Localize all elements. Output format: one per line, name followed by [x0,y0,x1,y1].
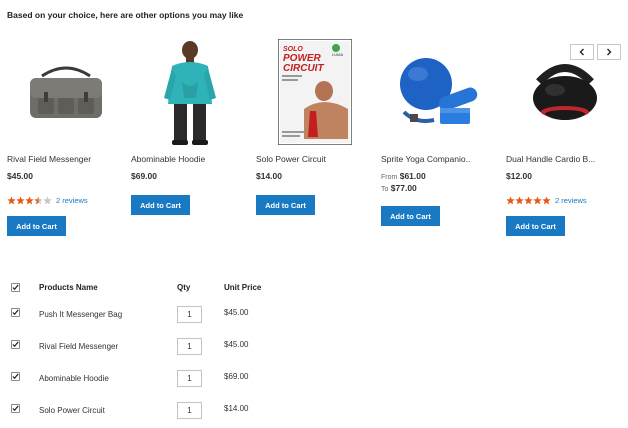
product-card: Sprite Yoga Companio.. From $61.00 To $7… [381,36,499,246]
star-icon [533,196,542,205]
row-checkbox[interactable] [11,340,20,349]
hoodie-model-image [164,41,216,145]
yoga-kit-image [400,58,478,124]
reviews-link[interactable]: 2 reviews [56,196,88,205]
section-title: Based on your choice, here are other opt… [7,10,244,20]
product-carousel: Rival Field Messenger $45.00 2 reviews A… [0,36,628,246]
product-name[interactable]: Solo Power Circuit [256,154,374,164]
reviews-link[interactable]: 2 reviews [555,196,587,205]
product-image[interactable] [131,36,249,148]
header-unit-price: Unit Price [224,283,262,292]
to-label: To [381,186,389,193]
checkmark-icon [12,284,19,291]
star-icon [515,196,524,205]
header-qty: Qty [177,283,191,292]
product-price: $45.00 [7,171,33,181]
row-unit-price: $69.00 [224,372,249,381]
row-unit-price: $14.00 [224,404,249,413]
price-range: From $61.00 To $77.00 [381,171,426,193]
row-product-name: Abominable Hoodie [39,374,109,383]
product-card: Abominable Hoodie $69.00 Add to Cart [131,36,249,246]
star-icon [25,196,34,205]
row-product-name: Rival Field Messenger [39,342,119,351]
add-to-cart-button[interactable]: Add to Cart [7,216,66,236]
product-image[interactable]: SOLO POWER CIRCUIT LUMA [256,36,374,148]
product-card: SOLO POWER CIRCUIT LUMA Solo Power Circu… [256,36,374,246]
row-checkbox[interactable] [11,308,20,317]
product-price: $14.00 [256,171,282,181]
from-label: From [381,174,398,181]
add-to-cart-button[interactable]: Add to Cart [381,206,440,226]
qty-input[interactable]: 1 [177,370,202,387]
product-image[interactable] [506,36,624,148]
qty-input[interactable]: 1 [177,338,202,355]
product-card: Rival Field Messenger $45.00 2 reviews A… [7,36,125,246]
table-row: Rival Field Messenger 1 $45.00 [0,338,628,358]
checkmark-icon [12,309,19,316]
product-name[interactable]: Dual Handle Cardio B... [506,154,624,164]
add-to-cart-button[interactable]: Add to Cart [256,195,315,215]
product-image[interactable] [381,36,499,148]
checkmark-icon [12,341,19,348]
messenger-bag-image [30,66,102,118]
product-image[interactable] [7,36,125,148]
row-unit-price: $45.00 [224,340,249,349]
product-rating: 2 reviews [7,196,88,205]
add-to-cart-button[interactable]: Add to Cart [131,195,190,215]
kettlebell-image [533,64,597,120]
row-unit-price: $45.00 [224,308,249,317]
checkmark-icon [12,373,19,380]
table-row: Abominable Hoodie 1 $69.00 [0,370,628,390]
cover-brand: LUMA [332,52,343,57]
product-rating: 2 reviews [506,196,587,205]
row-checkbox[interactable] [11,372,20,381]
star-icon [524,196,533,205]
select-all-checkbox[interactable] [11,283,20,292]
star-icon [16,196,25,205]
add-to-cart-button[interactable]: Add to Cart [506,216,565,236]
star-icon [7,196,16,205]
header-product-name: Products Name [39,283,98,292]
row-product-name: Push It Messenger Bag [39,310,123,319]
table-row: Push It Messenger Bag 1 $45.00 [0,306,628,326]
checkmark-icon [12,405,19,412]
row-product-name: Solo Power Circuit [39,406,105,415]
qty-input[interactable]: 1 [177,402,202,419]
table-row: Solo Power Circuit 1 $14.00 [0,402,628,422]
cover-title-line1: SOLO [283,46,303,53]
star-icon [506,196,515,205]
table-header-row: Products Name Qty Unit Price [0,281,628,301]
star-icon [542,196,551,205]
row-checkbox[interactable] [11,404,20,413]
cover-title-line3: CIRCUIT [283,63,324,74]
star-half-icon [34,196,43,205]
from-price: $61.00 [399,171,426,181]
product-price: $69.00 [131,171,157,181]
star-empty-icon [43,196,52,205]
qty-input[interactable]: 1 [177,306,202,323]
product-name[interactable]: Abominable Hoodie [131,154,249,164]
product-card: Dual Handle Cardio B... $12.00 2 reviews… [506,36,624,246]
product-name[interactable]: Sprite Yoga Companio.. [381,154,499,164]
rating-stars [506,196,551,205]
to-price: $77.00 [390,183,417,193]
product-price: $12.00 [506,171,532,181]
rating-stars [7,196,52,205]
product-name[interactable]: Rival Field Messenger [7,154,125,164]
dvd-cover-image: SOLO POWER CIRCUIT LUMA [278,39,352,145]
